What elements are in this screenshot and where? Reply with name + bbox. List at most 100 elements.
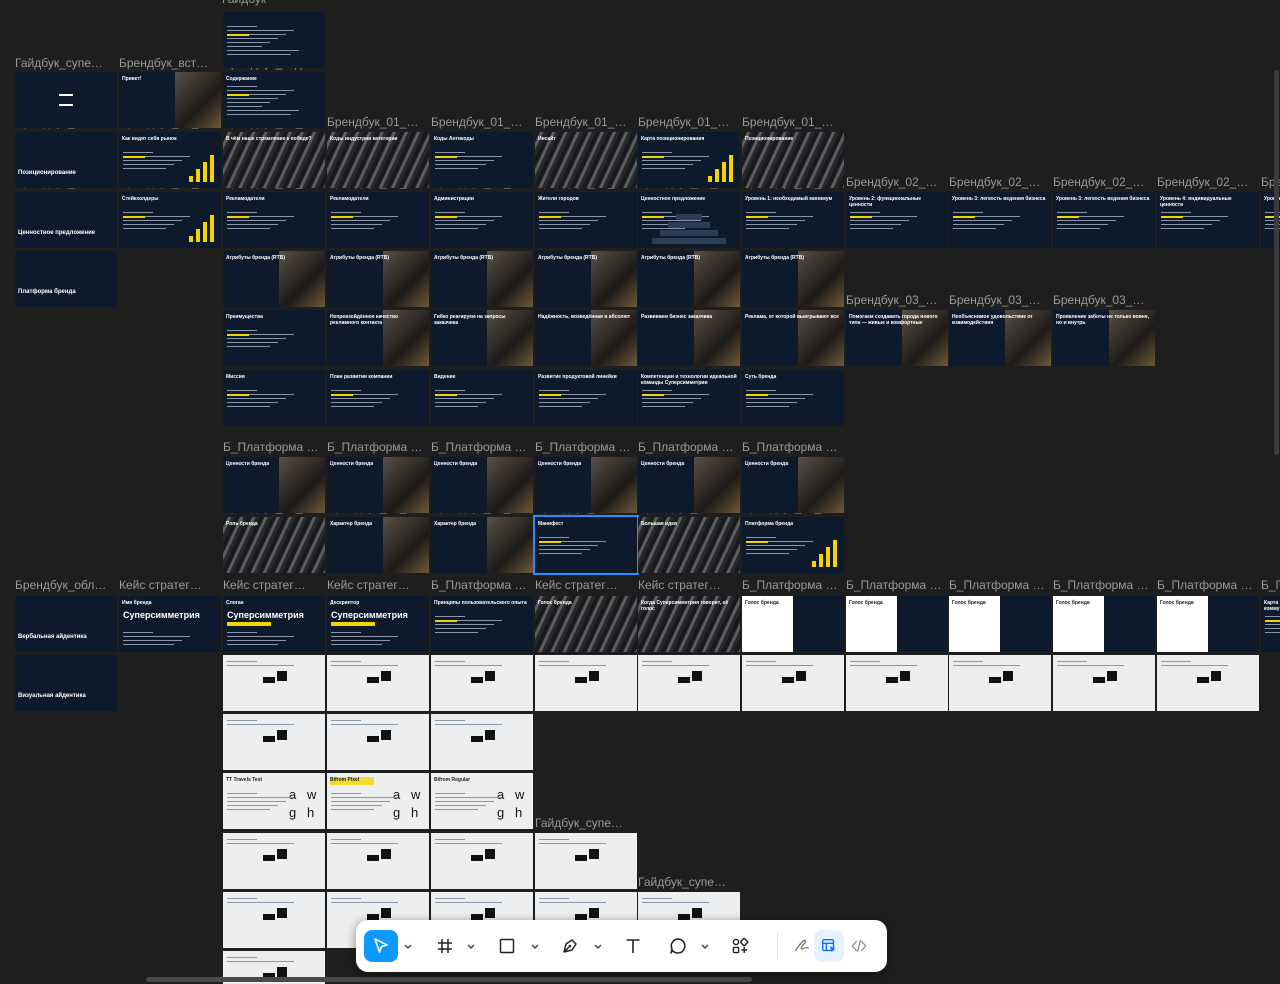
- frame-thumbnail[interactable]: Когда Суперсимметрия говорит, её голос: [638, 596, 740, 652]
- frame-thumbnail[interactable]: Вербальная айдентика: [15, 596, 117, 652]
- frame-thumbnail[interactable]: Bifrom Regular a w g h: [431, 773, 533, 829]
- frame-label[interactable]: Брендбук_03_…: [949, 293, 1049, 307]
- frame-thumbnail[interactable]: Администрации: [431, 192, 533, 248]
- frame-label[interactable]: Брендбук_01_…: [535, 115, 635, 129]
- frame-thumbnail[interactable]: Ценностное предложение: [638, 192, 740, 248]
- frame-label[interactable]: Брендбук_вст…: [119, 56, 219, 70]
- frame-thumbnail[interactable]: Роль бренда: [223, 517, 325, 573]
- horizontal-scrollbar[interactable]: [146, 977, 752, 982]
- frame-thumbnail[interactable]: Компетенции и технологии идеальной коман…: [638, 370, 740, 426]
- design-mode-button[interactable]: [814, 930, 844, 962]
- frame-thumbnail[interactable]: Гибко реагируем на запросы заказчика: [431, 310, 533, 366]
- frame-thumbnail[interactable]: Голос бренда: [1053, 596, 1155, 652]
- frame-thumbnail[interactable]: Рекламодатели: [223, 192, 325, 248]
- frame-thumbnail[interactable]: Коды индустрии категории: [327, 132, 429, 188]
- frame-thumbnail[interactable]: План развития компании: [327, 370, 429, 426]
- frame-thumbnail[interactable]: Уровень 3: легкость ведения бизнеса: [949, 192, 1051, 248]
- frame-thumbnail[interactable]: Уровень 3: легкость ведения бизнеса: [1053, 192, 1155, 248]
- frame-thumbnail[interactable]: Содержание: [223, 72, 325, 128]
- frame-label[interactable]: Брендбук_01_…: [742, 115, 842, 129]
- move-tool-button[interactable]: [364, 930, 398, 962]
- frame-thumbnail[interactable]: Проявление заботы не только вовне, но и …: [1053, 310, 1155, 366]
- frame-thumbnail[interactable]: Слоган Суперсимметрия: [223, 596, 325, 652]
- frame-thumbnail[interactable]: Ценности бренда: [638, 457, 740, 513]
- frame-thumbnail[interactable]: Ценности бренда: [327, 457, 429, 513]
- frame-thumbnail[interactable]: Характер бренда: [327, 517, 429, 573]
- frame-thumbnail[interactable]: Необъяснимое удовольствие от взаимодейст…: [949, 310, 1051, 366]
- frame-thumbnail[interactable]: [431, 655, 533, 711]
- frame-thumbnail[interactable]: Карта позиционирования: [638, 132, 740, 188]
- frame-label[interactable]: Гайдбук_супе…: [15, 56, 115, 70]
- frame-thumbnail[interactable]: [535, 833, 637, 889]
- frame-label[interactable]: Б_Платформа …: [535, 440, 635, 454]
- frame-label[interactable]: Б_Платформа …: [949, 578, 1049, 592]
- frame-thumbnail[interactable]: Реклама, от которой выигрывают все: [742, 310, 844, 366]
- frame-label[interactable]: Гайдбук: [222, 0, 322, 6]
- frame-thumbnail[interactable]: [327, 714, 429, 770]
- draw-mode-button[interactable]: [787, 930, 817, 962]
- frame-thumbnail[interactable]: Непревзойдённое качество рекламного конт…: [327, 310, 429, 366]
- chevron-down-icon[interactable]: [467, 940, 475, 952]
- frame-label[interactable]: Кейс стратег…: [119, 578, 219, 592]
- frame-thumbnail[interactable]: Атрибуты бренда (RTB): [431, 251, 533, 307]
- frame-thumbnail[interactable]: Рекламодатели: [327, 192, 429, 248]
- frame-thumbnail[interactable]: [638, 655, 740, 711]
- text-tool-button[interactable]: [616, 930, 650, 962]
- pen-tool-button[interactable]: [553, 930, 587, 962]
- frame-thumbnail[interactable]: Преимущества: [223, 310, 325, 366]
- frame-label[interactable]: Гайдбук_супе…: [638, 875, 738, 889]
- frame-thumbnail[interactable]: Ценностное предложение: [15, 192, 117, 248]
- frame-thumbnail[interactable]: [1053, 655, 1155, 711]
- frame-thumbnail[interactable]: [223, 833, 325, 889]
- frame-label[interactable]: Гайдбук_супе…: [535, 816, 635, 830]
- frame-label[interactable]: Б_Платформа …: [431, 440, 531, 454]
- frame-thumbnail[interactable]: Ценности бренда: [742, 457, 844, 513]
- frame-thumbnail[interactable]: Карта комму: [1261, 596, 1280, 652]
- frame-thumbnail[interactable]: [431, 833, 533, 889]
- frame-thumbnail[interactable]: Видение: [431, 370, 533, 426]
- frame-thumbnail[interactable]: Манифест: [533, 515, 639, 575]
- frame-label[interactable]: Б_Платформа …: [223, 440, 323, 454]
- frame-thumbnail[interactable]: Уровень 1: необходимый минимум: [742, 192, 844, 248]
- frame-thumbnail[interactable]: Атрибуты бренда (RTB): [223, 251, 325, 307]
- frame-thumbnail[interactable]: Помогаем создавать города нового типа — …: [846, 310, 948, 366]
- frame-thumbnail[interactable]: Уровень 2: функциональные ценности: [846, 192, 948, 248]
- frame-label[interactable]: Кейс стратег…: [223, 578, 323, 592]
- frame-thumbnail[interactable]: Визуальная айдентика: [15, 655, 117, 711]
- frame-label[interactable]: Брендбук_02_…: [949, 175, 1049, 189]
- frame-thumbnail[interactable]: [431, 714, 533, 770]
- frame-label[interactable]: Б_Платформа …: [1053, 578, 1153, 592]
- frame-thumbnail[interactable]: Платформа бренда: [15, 251, 117, 307]
- frame-thumbnail[interactable]: Дескриптор Суперсимметрия: [327, 596, 429, 652]
- frame-label[interactable]: Б_Платформа …: [742, 578, 842, 592]
- frame-thumbnail[interactable]: [535, 655, 637, 711]
- design-canvas[interactable]: Гайдбук Гайдбук_супе… Брендбук_вст… Брендбу…: [0, 0, 1280, 984]
- chevron-down-icon[interactable]: [531, 940, 539, 952]
- frame-thumbnail[interactable]: [223, 655, 325, 711]
- frame-thumbnail[interactable]: Позиционирование: [15, 132, 117, 188]
- frame-thumbnail[interactable]: Стейкхолдеры: [119, 192, 221, 248]
- frame-thumbnail[interactable]: Атрибуты бренда (RTB): [742, 251, 844, 307]
- frame-thumbnail[interactable]: [1157, 655, 1259, 711]
- frame-label[interactable]: Брендбук_03_…: [1053, 293, 1153, 307]
- frame-thumbnail[interactable]: Надёжность, возведённая в абсолют: [535, 310, 637, 366]
- frame-thumbnail[interactable]: Инсайт: [535, 132, 637, 188]
- frame-thumbnail[interactable]: Голос бренда: [1157, 596, 1259, 652]
- frame-thumbnail[interactable]: [223, 12, 325, 68]
- frame-thumbnail[interactable]: Суть бренда: [742, 370, 844, 426]
- frame-label[interactable]: Брендбук_обл…: [15, 578, 115, 592]
- frame-thumbnail[interactable]: Имя бренда Суперсимметрия: [119, 596, 221, 652]
- frame-thumbnail[interactable]: Ценности бренда: [223, 457, 325, 513]
- frame-label[interactable]: Б_Платформа …: [846, 578, 946, 592]
- frame-label[interactable]: Брендбук_02_…: [1053, 175, 1153, 189]
- comment-tool-button[interactable]: [661, 930, 695, 962]
- frame-label[interactable]: Брендбук_02_…: [1157, 175, 1257, 189]
- frame-thumbnail[interactable]: Характер бренда: [431, 517, 533, 573]
- frame-label[interactable]: Б_Платформа …: [431, 578, 531, 592]
- frame-tool-button[interactable]: [428, 930, 462, 962]
- frame-label[interactable]: Б_Платформа …: [1157, 578, 1257, 592]
- frame-thumbnail[interactable]: Жители городов: [535, 192, 637, 248]
- frame-thumbnail[interactable]: Платформа бренда: [742, 517, 844, 573]
- frame-thumbnail[interactable]: Голос бренда: [742, 596, 844, 652]
- frame-thumbnail[interactable]: Ценности бренда: [535, 457, 637, 513]
